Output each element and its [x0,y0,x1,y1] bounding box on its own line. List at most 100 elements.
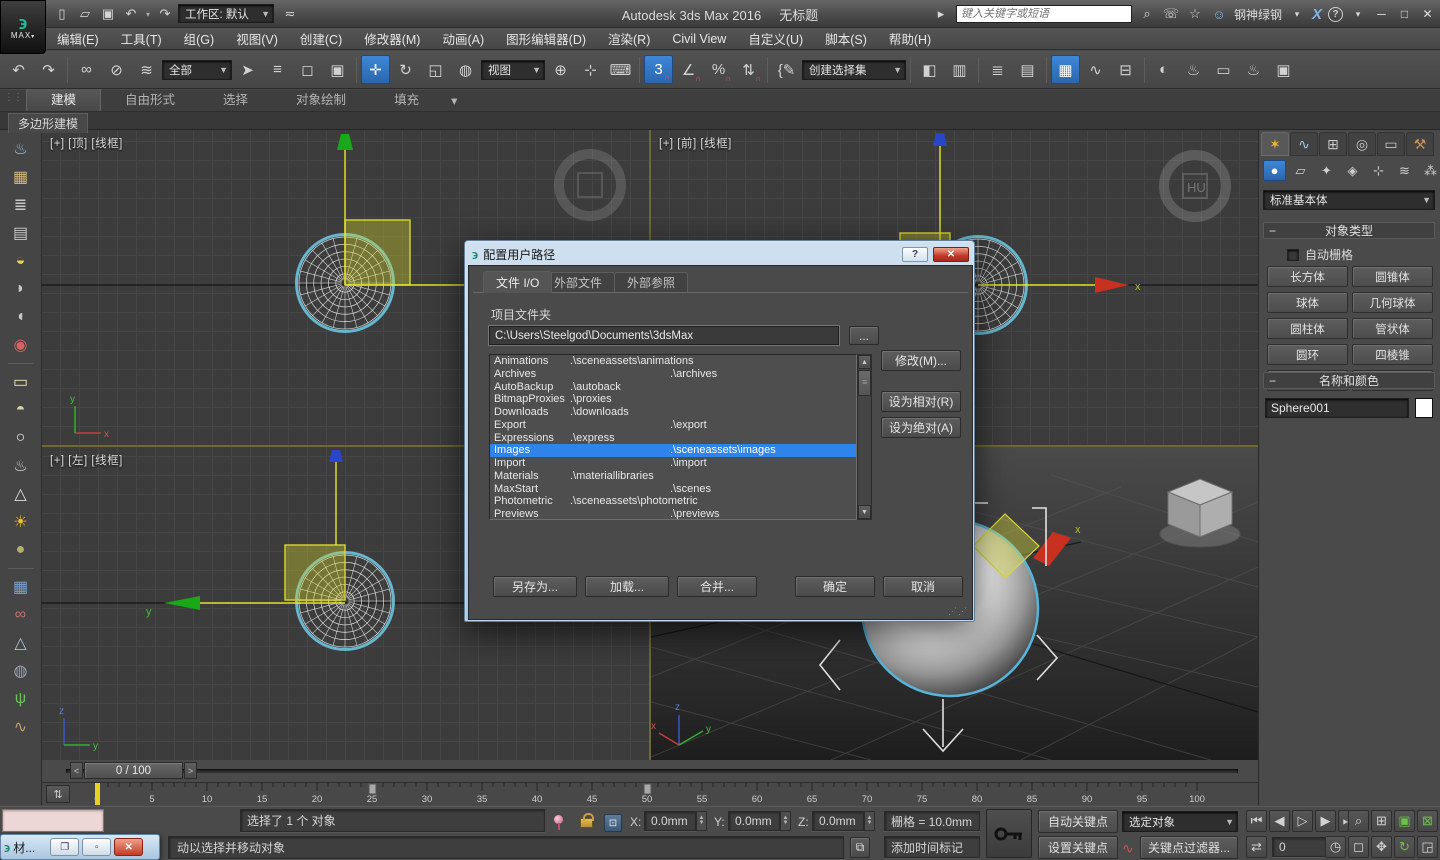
key-curve-icon[interactable]: ∿ [1122,840,1134,857]
help-chevron-icon[interactable]: ▾ [1349,9,1367,20]
dialog-close-button[interactable]: ✕ [933,247,969,262]
merge-button[interactable]: 合并... [677,576,757,597]
z-coordinate-field[interactable]: 0.0mm [812,811,864,831]
render-flyout-icon[interactable]: ▣ [1269,55,1298,84]
lock-icon[interactable] [580,818,593,828]
environment-panel-icon[interactable]: ▤ [6,220,36,246]
resize-grip[interactable]: ⋰⋰ [948,606,968,617]
render-production-icon[interactable]: ♨ [1239,55,1268,84]
material-editor-icon[interactable]: ◐ [1149,55,1178,84]
x-spinner[interactable]: ▲▼ [696,811,707,831]
menu-创建(C)[interactable]: 创建(C) [289,28,353,49]
path-entry-BitmapProxies[interactable]: BitmapProxies.\proxies [490,393,856,406]
new-file-icon[interactable]: ▯ [52,4,72,24]
camera-sphere-icon[interactable]: ◖ [6,304,36,330]
zoom-region-icon[interactable]: ◻ [1348,836,1369,858]
rollout-name-color[interactable]: − 名称和颜色 [1263,372,1435,389]
geometry-category[interactable]: ● [1263,160,1286,181]
unlink-selection-icon[interactable]: ⊘ [102,55,131,84]
toggle-layer-explorer-icon[interactable]: ▤ [1013,55,1042,84]
motion-tab[interactable]: ◎ [1348,132,1376,156]
exchange-icon[interactable]: X [1312,6,1322,23]
menu-自定义(U)[interactable]: 自定义(U) [737,28,814,49]
lights-category[interactable]: ✦ [1315,160,1338,181]
modify-tab[interactable]: ∿ [1290,132,1318,156]
object-button-圆锥体[interactable]: 圆锥体 [1352,266,1433,287]
restore-button[interactable]: ❐ [50,838,79,856]
cancel-button[interactable]: 取消 [883,576,963,597]
undo-icon[interactable]: ↶ [121,4,141,24]
pyramid-helper-icon[interactable]: △ [6,630,36,656]
autogrid-checkbox[interactable] [1287,249,1299,261]
viewport-top-label[interactable]: [+] [顶] [线框] [50,135,123,151]
redo-icon[interactable]: ↷ [34,55,63,84]
next-frame-button[interactable]: ▶ [1315,810,1336,832]
viewport-front-label[interactable]: [+] [前] [线框] [659,135,732,151]
object-name-field[interactable]: Sphere001 [1265,398,1409,418]
make-relative-button[interactable]: 设为相对(R) [881,391,961,412]
path-entry-Photometric[interactable]: Photometric.\sceneassets\photometric [490,495,856,508]
menu-视图(V)[interactable]: 视图(V) [225,28,289,49]
path-entry-Archives[interactable]: Archives.\archives [490,368,856,381]
max-application-button[interactable]: ϶ MAX▾ [0,0,46,54]
create-tab[interactable]: ✶ [1261,132,1289,156]
viewport-left-label[interactable]: [+] [左] [线框] [50,452,123,468]
isolate-selection-icon[interactable]: ⧉ [850,837,870,858]
bind-to-space-warp-icon[interactable]: ≋ [132,55,161,84]
reference-coordinate-system-dropdown[interactable]: 视图▼ [481,60,545,80]
next-frame-arrow[interactable]: > [184,762,197,779]
workspace-dropdown[interactable]: 工作区: 默认 ▼ [178,4,274,23]
auto-key-button[interactable]: 自动关键点 [1038,810,1118,833]
select-object-icon[interactable]: ➤ [233,55,262,84]
object-button-圆环[interactable]: 圆环 [1267,344,1348,365]
ribbon-tab-自由形式[interactable]: 自由形式 [101,86,199,111]
scroll-thumb[interactable] [858,370,871,396]
minimize-button[interactable]: ─ [1373,7,1390,21]
path-entry-Expressions[interactable]: Expressions.\express [490,432,856,445]
light-lister-icon[interactable]: ◒ [6,248,36,274]
cone-shape-icon[interactable]: △ [6,481,36,507]
x-coordinate-field[interactable]: 0.0mm [644,811,696,831]
angle-snap-icon[interactable]: ∠∩ [674,55,703,84]
object-color-swatch[interactable] [1415,398,1433,418]
absolute-mode-icon[interactable]: ⊡ [604,814,622,832]
spinner-snap-icon[interactable]: ⇅∩ [734,55,763,84]
menu-帮助(H)[interactable]: 帮助(H) [878,28,942,49]
rendered-frame-icon[interactable]: ▦ [6,164,36,190]
shapes-category[interactable]: ▱ [1289,160,1312,181]
close-mini-button[interactable]: ✕ [114,838,143,856]
dialog-help-button[interactable]: ? [902,247,928,262]
sphere-shape-icon[interactable]: ○ [6,425,36,451]
browse-button[interactable]: ... [849,326,879,345]
camera-speaker-icon[interactable]: ◗ [6,276,36,302]
zoom-all-icon[interactable]: ⊞ [1371,810,1392,832]
dialog-tab-外部参照[interactable]: 外部参照 [614,272,688,292]
menu-Civil View[interactable]: Civil View [661,28,737,49]
save-file-icon[interactable]: ▣ [98,4,118,24]
percent-snap-icon[interactable]: %∩ [704,55,733,84]
minimized-material-editor-window[interactable]: ϶ 材... ❐ ▫ ✕ [0,834,160,860]
y-spinner[interactable]: ▲▼ [780,811,791,831]
z-spinner[interactable]: ▲▼ [864,811,875,831]
ribbon-tab-填充[interactable]: 填充 [370,86,443,111]
mini-curve-editor-icon[interactable]: ⇅ [46,785,70,803]
cameras-category[interactable]: ◈ [1341,160,1364,181]
tab-polygon-modeling[interactable]: 多边形建模 [8,113,88,133]
menu-修改器(M)[interactable]: 修改器(M) [353,28,431,49]
open-file-icon[interactable]: ▱ [75,4,95,24]
ribbon-tab-对象绘制[interactable]: 对象绘制 [272,86,370,111]
maximize-button[interactable]: □ [1396,7,1413,21]
object-button-四棱锥[interactable]: 四棱锥 [1352,344,1433,365]
sun-icon[interactable]: ☀ [6,509,36,535]
undo-icon[interactable]: ↶ [4,55,33,84]
project-folder-path-field[interactable]: C:\Users\Steelgod\Documents\3dsMax [489,326,839,345]
molecule-icon[interactable]: ∞ [6,602,36,628]
path-entry-Downloads[interactable]: Downloads.\downloads [490,406,856,419]
list-scrollbar[interactable]: ▲ ▼ [857,354,872,520]
schematic-view-icon[interactable]: ⊟ [1111,55,1140,84]
add-time-tag[interactable]: 添加时间标记 [884,836,980,858]
select-and-scale-icon[interactable]: ◱ [421,55,450,84]
username-label[interactable]: 钢神绿钢 [1234,6,1282,23]
search-input[interactable] [956,5,1132,23]
object-button-管状体[interactable]: 管状体 [1352,318,1433,339]
